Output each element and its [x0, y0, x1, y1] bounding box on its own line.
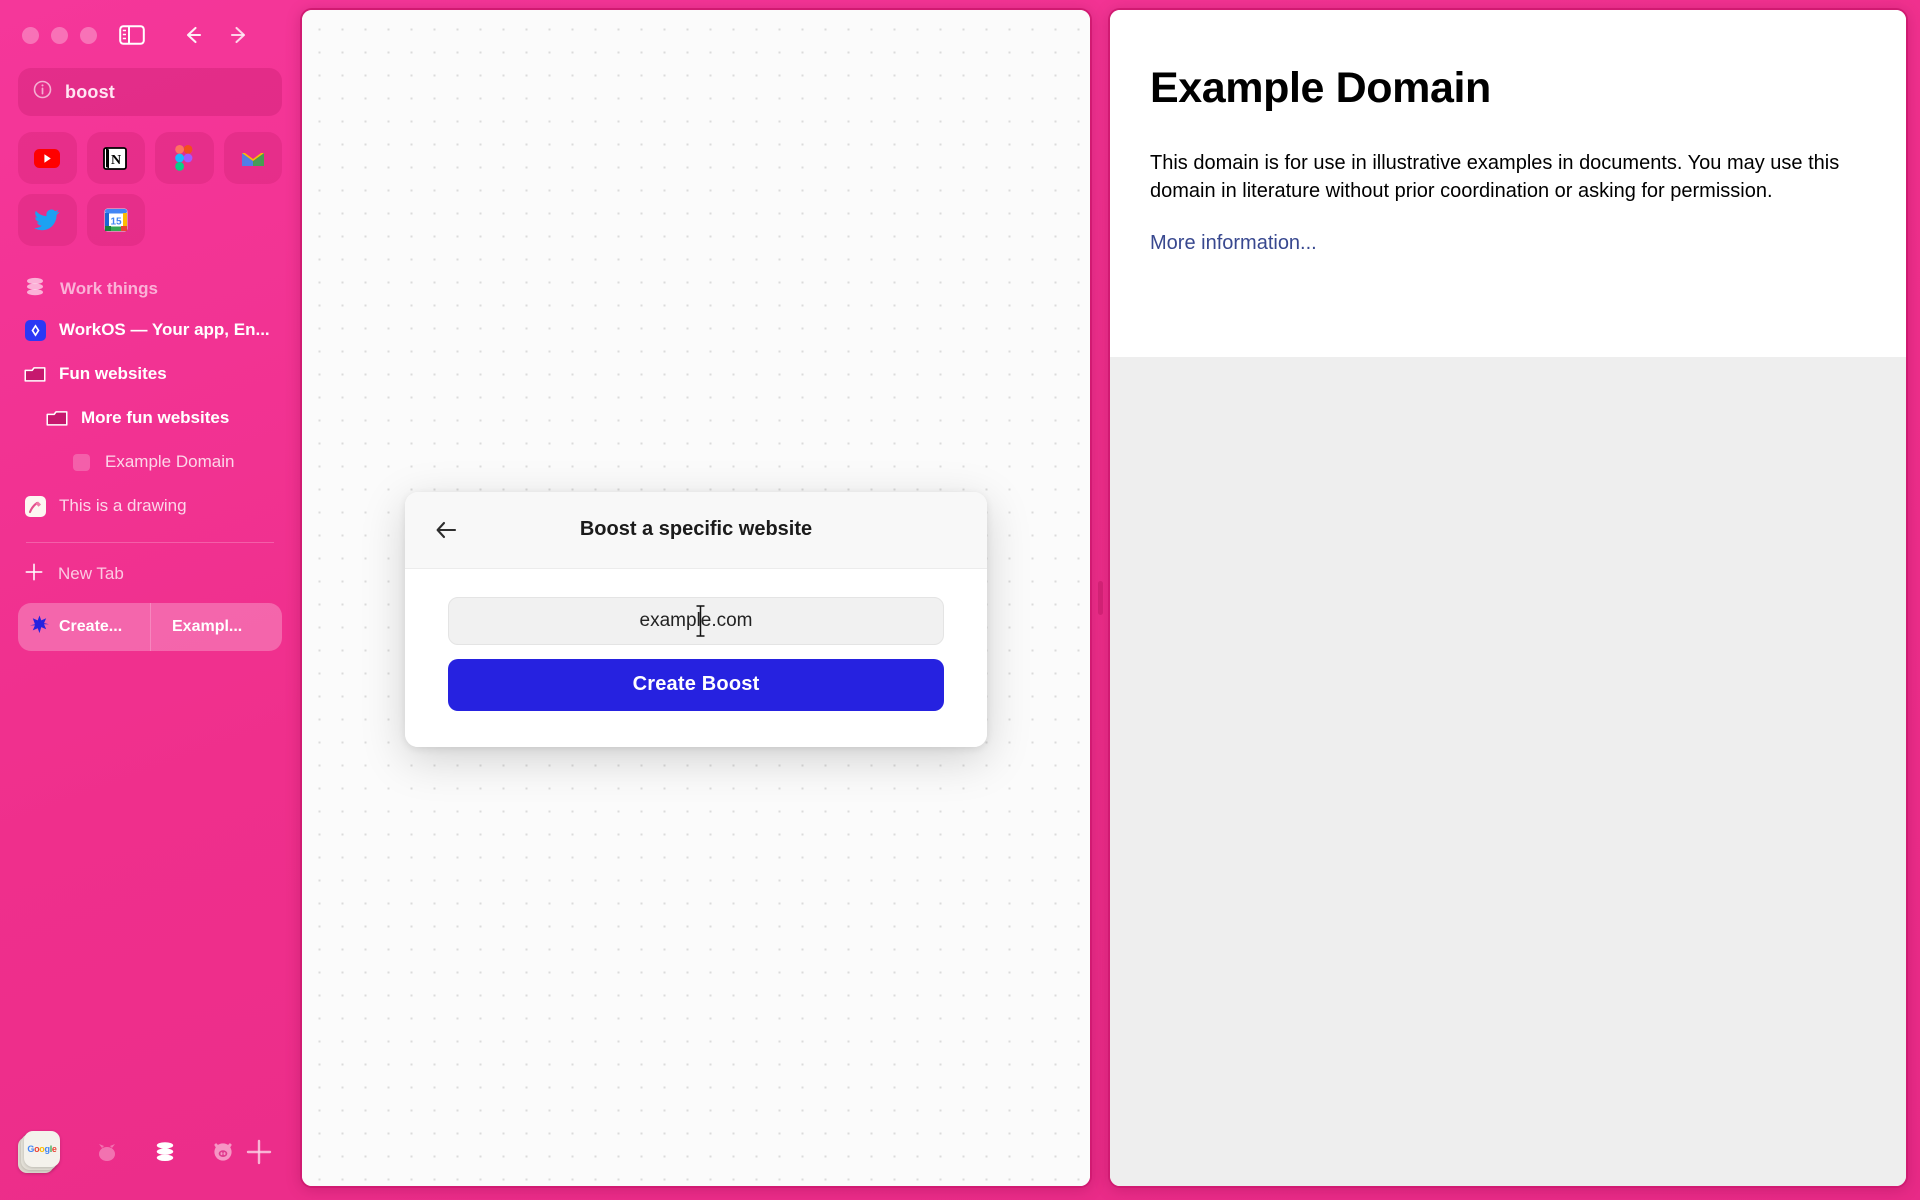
- svg-text:N: N: [111, 153, 121, 168]
- pinned-site-youtube[interactable]: [18, 132, 77, 184]
- sidebar: boost N 15 Work things WorkOS — Your app…: [0, 0, 320, 1200]
- browser-window: boost N 15 Work things WorkOS — Your app…: [0, 0, 1920, 1200]
- database-stack-icon: [24, 277, 46, 302]
- twitter-icon: [34, 207, 61, 234]
- blank-favicon: [70, 451, 92, 473]
- pinned-site-notion[interactable]: N: [86, 132, 145, 184]
- modal-back-button[interactable]: [433, 515, 463, 545]
- plus-icon: [24, 562, 44, 587]
- figma-icon: [171, 145, 198, 172]
- space-faded-icon[interactable]: [94, 1139, 120, 1165]
- pinned-site-gmail[interactable]: [223, 132, 282, 184]
- space-database-stack-icon[interactable]: [152, 1139, 178, 1165]
- modal-header: Boost a specific website: [405, 491, 987, 569]
- split-tab-group: Create... Exampl...: [18, 603, 282, 651]
- space-name-label: Work things: [60, 279, 158, 298]
- modal-overlay: Boost a specific website example.com Cre…: [302, 10, 1090, 1186]
- info-circle-icon: [33, 80, 52, 104]
- create-boost-button[interactable]: Create Boost: [448, 658, 944, 711]
- space-name[interactable]: Work things: [18, 270, 282, 308]
- split-tab-label: Exampl...: [172, 618, 243, 635]
- sidebar-item-label: This is a drawing: [59, 496, 187, 515]
- example-domain-page: Example Domain This domain is for use in…: [1110, 10, 1906, 1186]
- split-tab-create-boost[interactable]: Create...: [18, 603, 150, 651]
- page-paragraph: This domain is for use in illustrative e…: [1150, 152, 1840, 203]
- space-pig-face-icon[interactable]: [210, 1139, 236, 1165]
- new-tab-button[interactable]: New Tab: [18, 553, 282, 595]
- folder-icon: [46, 407, 68, 429]
- titlebar: [18, 0, 320, 62]
- folder-icon: [24, 363, 46, 385]
- sidebar-item-label: Fun websites: [59, 364, 167, 383]
- canvas-panel: Boost a specific website example.com Cre…: [300, 8, 1092, 1188]
- bottom-bar: Google: [18, 1114, 282, 1200]
- sidebar-toggle-icon[interactable]: [119, 24, 145, 46]
- pinned-site-google-calendar[interactable]: 15: [86, 194, 145, 246]
- close-button[interactable]: [22, 26, 39, 44]
- modal-body: example.com Create Boost: [405, 568, 987, 747]
- content-area: Boost a specific website example.com Cre…: [300, 0, 1920, 1200]
- sidebar-item-label: WorkOS — Your app, En...: [59, 320, 270, 339]
- sidebar-item-workos[interactable]: WorkOS — Your app, En...: [18, 308, 282, 352]
- pinned-site-figma[interactable]: [155, 132, 214, 184]
- split-divider-handle[interactable]: [1098, 581, 1103, 615]
- youtube-icon: [34, 145, 61, 172]
- workos-icon: [24, 319, 46, 341]
- arrow-right-icon[interactable]: [227, 22, 253, 48]
- window-controls: [22, 26, 97, 44]
- arrow-left-icon[interactable]: [179, 22, 205, 48]
- sidebar-item-example-domain[interactable]: Example Domain: [18, 440, 282, 484]
- split-divider[interactable]: [1092, 8, 1108, 1188]
- page-card: Example Domain This domain is for use in…: [1110, 10, 1906, 357]
- text-cursor: [695, 604, 706, 638]
- sidebar-item-more-fun-websites[interactable]: More fun websites: [18, 396, 282, 440]
- sidebar-divider: [26, 542, 274, 543]
- website-url-input[interactable]: example.com: [448, 596, 944, 645]
- gmail-icon: [239, 145, 266, 172]
- sidebar-item-label: Example Domain: [105, 452, 235, 471]
- sidebar-item-this-is-a-drawing[interactable]: This is a drawing: [18, 484, 282, 528]
- google-logo: Google: [27, 1143, 57, 1154]
- profile-space-icon[interactable]: Google: [18, 1131, 60, 1173]
- boost-modal: Boost a specific website example.com Cre…: [405, 491, 987, 747]
- split-tab-label: Create...: [59, 618, 123, 635]
- google-calendar-icon: 15: [102, 207, 129, 234]
- sparkle-icon: [30, 615, 49, 639]
- modal-title: Boost a specific website: [579, 518, 813, 540]
- sidebar-item-label: More fun websites: [81, 408, 230, 427]
- add-space-button[interactable]: [244, 1137, 274, 1167]
- notion-icon: N: [102, 145, 129, 172]
- url-text: boost: [65, 81, 115, 102]
- url-bar[interactable]: boost: [18, 68, 282, 116]
- sidebar-item-fun-websites[interactable]: Fun websites: [18, 352, 282, 396]
- svg-text:15: 15: [110, 217, 122, 228]
- drawing-icon: [24, 495, 46, 517]
- pinned-sites: N 15: [18, 132, 282, 246]
- maximize-button[interactable]: [80, 26, 97, 44]
- more-information-link[interactable]: More information...: [1150, 232, 1317, 254]
- space-switcher: [94, 1139, 236, 1165]
- new-tab-label: New Tab: [58, 564, 124, 583]
- webpage-panel: Example Domain This domain is for use in…: [1108, 8, 1908, 1188]
- minimize-button[interactable]: [51, 26, 68, 44]
- pinned-site-twitter[interactable]: [18, 194, 77, 246]
- page-title: Example Domain: [1150, 64, 1491, 112]
- split-tab-example-domain[interactable]: Exampl...: [150, 603, 282, 651]
